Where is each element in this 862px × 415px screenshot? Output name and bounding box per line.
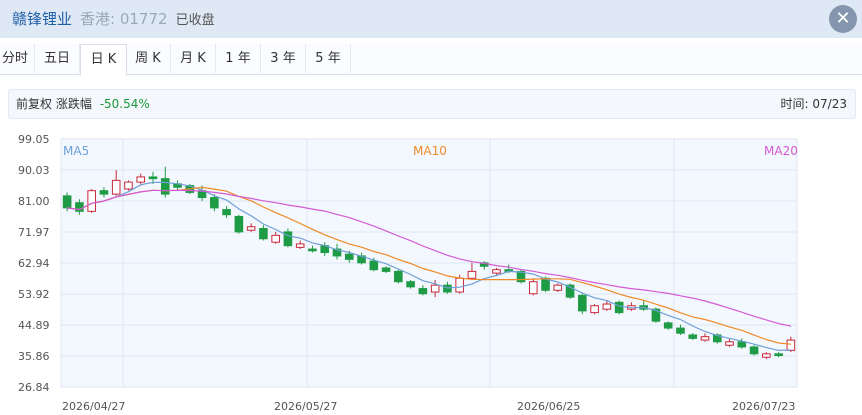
change-summary: 前复权 涨跌幅 -50.54%: [16, 90, 150, 118]
candle-body: [124, 181, 133, 190]
candle-body: [381, 267, 391, 272]
candle-body: [160, 178, 170, 195]
candle-body: [62, 195, 72, 209]
candle-body: [762, 353, 771, 358]
candle-body: [406, 281, 415, 288]
stock-name: 赣锋锂业: [12, 10, 73, 28]
candle-body: [614, 301, 624, 314]
candle-body: [234, 215, 244, 233]
change-value: -50.54%: [99, 97, 150, 111]
candle-body: [148, 176, 158, 180]
y-tick-label: 62.94: [18, 257, 50, 270]
candle-body: [700, 336, 710, 341]
candle-body: [308, 248, 317, 252]
candle-body: [467, 270, 477, 279]
legend-ma5: MA5: [63, 144, 89, 158]
adjust-label: 前复权: [16, 97, 53, 111]
x-tick-label: 2026/04/27: [62, 400, 125, 413]
candle: [553, 283, 563, 293]
candle: [590, 304, 599, 315]
candle-body: [443, 284, 452, 293]
title-bar: 赣锋锂业 香港: 01772 已收盘 ✕: [0, 0, 862, 38]
candle-body: [430, 284, 440, 293]
time-label: 时间: 07/23: [780, 97, 847, 111]
x-tick-label: 2026/06/25: [517, 400, 580, 413]
y-tick-label: 26.84: [18, 381, 50, 394]
candle: [663, 321, 673, 330]
y-tick-label: 44.89: [18, 319, 50, 332]
change-label: 涨跌幅: [55, 97, 92, 111]
tab-three-year[interactable]: 3 年: [261, 44, 306, 73]
y-tick-label: 71.97: [18, 226, 50, 239]
candle-body: [492, 269, 501, 274]
candle-body: [111, 179, 121, 195]
tab-daily-k[interactable]: 日 K: [80, 44, 127, 76]
stock-market-code: 香港: 01772: [80, 10, 168, 28]
candle-body: [553, 284, 563, 291]
candle-body: [663, 322, 673, 329]
tab-five-day[interactable]: 五日: [35, 44, 80, 73]
candle-body: [676, 327, 685, 334]
y-tick-label: 35.86: [18, 350, 50, 363]
legend-ma20: MA20: [764, 144, 798, 158]
candle-body: [271, 234, 280, 243]
tab-one-year[interactable]: 1 年: [216, 44, 261, 73]
candle-body: [578, 294, 587, 312]
y-tick-label: 90.03: [18, 164, 50, 177]
x-tick-label: 2026/07/23: [732, 400, 795, 413]
candle: [578, 293, 587, 315]
candle-body: [369, 260, 379, 271]
candle-body: [602, 303, 612, 310]
candle: [394, 269, 403, 284]
candle-body: [737, 341, 747, 348]
candle-body: [210, 197, 219, 209]
candle-body: [418, 288, 428, 295]
info-bar: 前复权 涨跌幅 -50.54% 时间: 07/23: [8, 89, 856, 119]
kline-chart[interactable]: 99.05 90.03 81.00 71.97 62.94 53.92 44.89 35.86…: [0, 130, 862, 415]
close-button[interactable]: ✕: [829, 5, 857, 33]
tab-five-year[interactable]: 5 年: [306, 44, 351, 73]
candle: [749, 345, 759, 356]
tab-intraday[interactable]: 分时: [0, 44, 35, 73]
x-axis: 2026/04/27 2026/05/27 2026/06/25 2026/07/23: [62, 400, 795, 413]
candle-body: [295, 243, 305, 248]
candle: [614, 300, 624, 315]
y-axis: 99.05 90.03 81.00 71.97 62.94 53.92 44.89 35.86…: [18, 133, 50, 394]
candle-body: [344, 253, 354, 260]
close-icon: ✕: [835, 8, 851, 29]
candle-body: [222, 209, 231, 216]
candle: [406, 279, 415, 289]
stock-title: 赣锋锂业 香港: 01772 已收盘: [12, 8, 215, 29]
candle-body: [528, 281, 538, 295]
legend-ma10: MA10: [413, 144, 447, 158]
candle: [124, 180, 133, 191]
candle-body: [259, 227, 268, 240]
candle-body: [455, 277, 464, 293]
candle-body: [749, 346, 759, 355]
market-status: 已收盘: [175, 13, 215, 28]
candle-body: [99, 190, 109, 195]
candle: [234, 214, 244, 234]
candle-body: [136, 176, 146, 183]
candle-body: [246, 226, 256, 231]
candle-body: [774, 353, 783, 357]
candle-body: [590, 305, 599, 314]
period-tabs: 分时 五日 日 K 周 K 月 K 1 年 3 年 5 年: [0, 44, 862, 76]
candle-body: [394, 270, 403, 283]
candle-body: [725, 341, 734, 346]
y-tick-label: 99.05: [18, 133, 50, 146]
candle-body: [87, 190, 96, 212]
candle-body: [688, 334, 698, 339]
tab-weekly-k[interactable]: 周 K: [126, 44, 171, 73]
y-tick-label: 53.92: [18, 288, 50, 301]
candle: [87, 188, 96, 214]
x-tick-label: 2026/05/27: [274, 400, 337, 413]
y-tick-label: 81.00: [18, 195, 50, 208]
tab-monthly-k[interactable]: 月 K: [171, 44, 216, 73]
candle-body: [786, 339, 796, 351]
